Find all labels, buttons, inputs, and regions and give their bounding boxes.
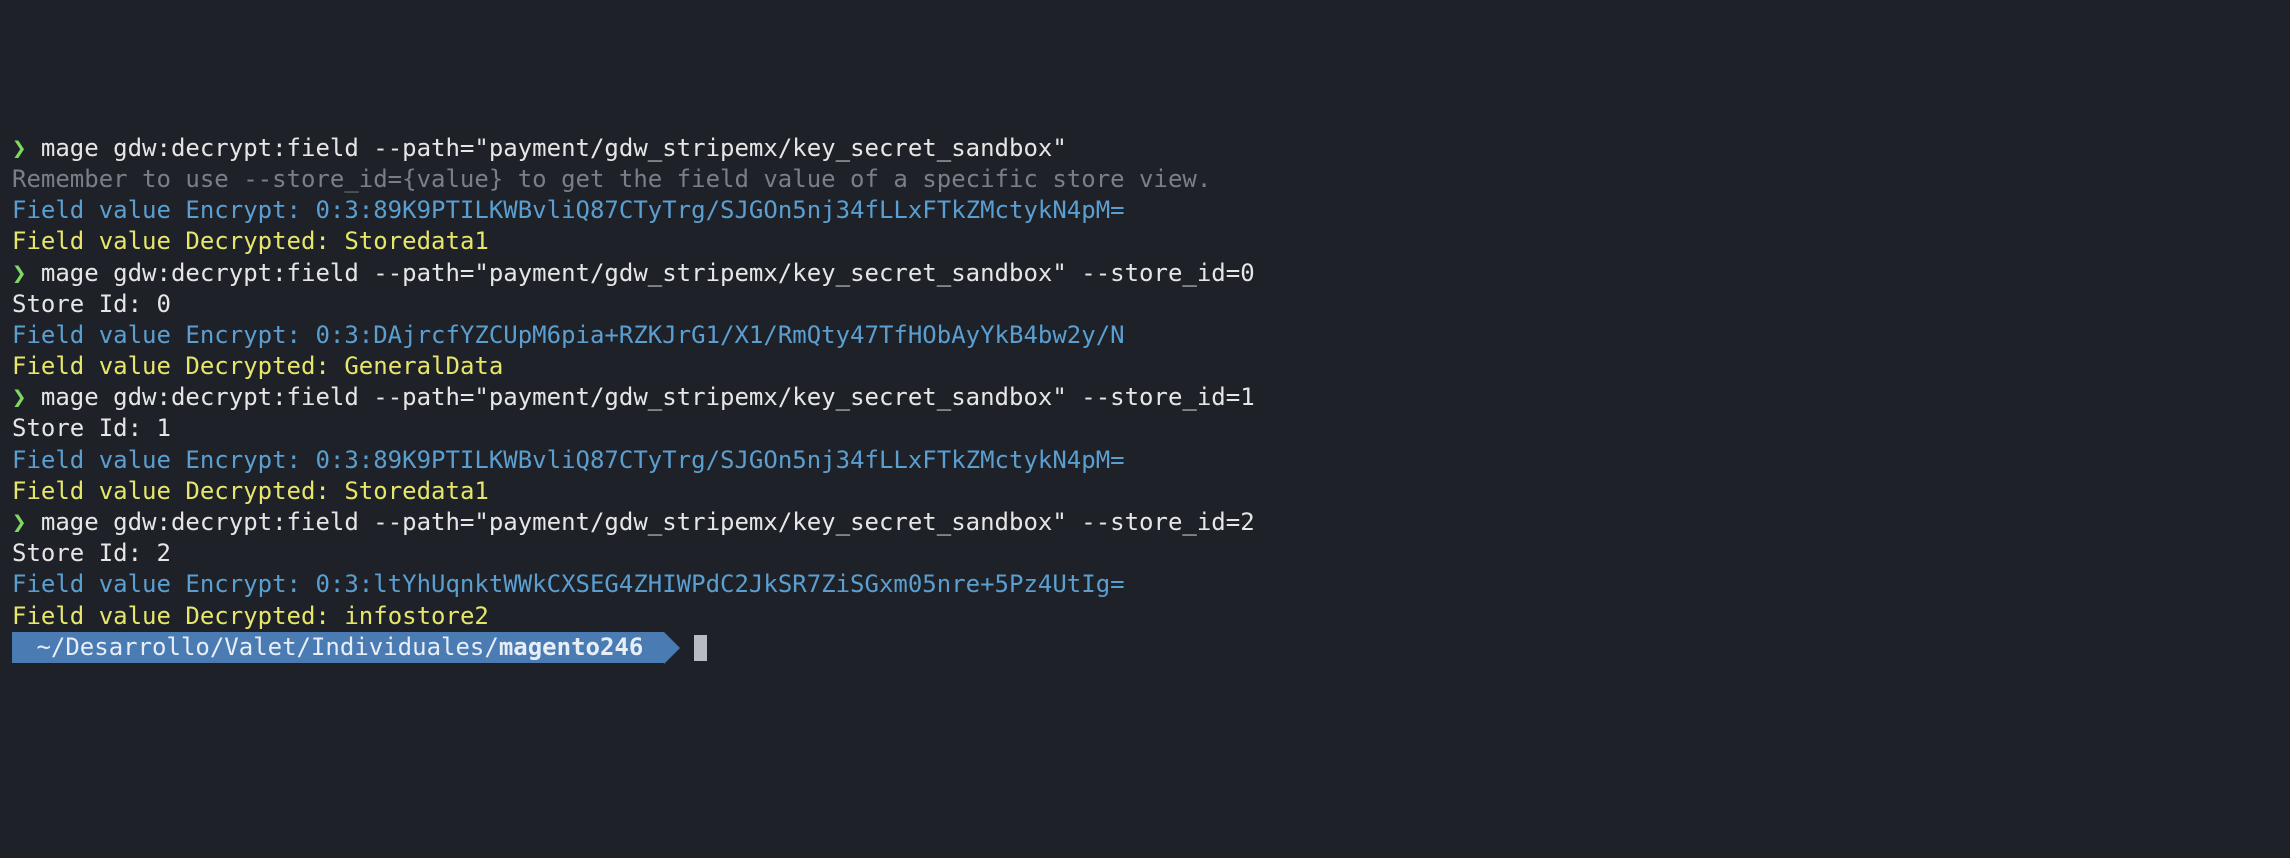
store-id-line: Store Id: 0	[12, 289, 2278, 320]
encrypt-value: 0:3:DAjrcfYZCUpM6pia+RZKJrG1/X1/RmQty47T…	[315, 321, 1124, 349]
cursor[interactable]	[694, 635, 707, 661]
command-text: mage gdw:decrypt:field --path="payment/g…	[41, 383, 1255, 411]
command-line: ❯ mage gdw:decrypt:field --path="payment…	[12, 382, 2278, 413]
decrypt-label: Field value Decrypted:	[12, 477, 344, 505]
decrypt-label: Field value Decrypted:	[12, 352, 344, 380]
cwd-path-segment: ~/Desarrollo/Valet/Individuales/magento2…	[12, 632, 664, 663]
encrypt-line: Field value Encrypt: 0:3:DAjrcfYZCUpM6pi…	[12, 320, 2278, 351]
prompt-symbol: ❯	[12, 383, 41, 411]
encrypt-line: Field value Encrypt: 0:3:ltYhUqnktWWkCXS…	[12, 569, 2278, 600]
decrypt-label: Field value Decrypted:	[12, 227, 344, 255]
decrypt-value: Storedata1	[344, 477, 489, 505]
encrypt-line: Field value Encrypt: 0:3:89K9PTILKWBvliQ…	[12, 445, 2278, 476]
cwd-prefix: ~/Desarrollo/Valet/Individuales/	[22, 633, 499, 661]
active-prompt-line[interactable]: ~/Desarrollo/Valet/Individuales/magento2…	[12, 632, 2278, 663]
terminal-output[interactable]: ❯ mage gdw:decrypt:field --path="payment…	[12, 133, 2278, 663]
encrypt-label: Field value Encrypt:	[12, 196, 315, 224]
decrypt-line: Field value Decrypted: Storedata1	[12, 476, 2278, 507]
prompt-symbol: ❯	[12, 134, 41, 162]
encrypt-value: 0:3:89K9PTILKWBvliQ87CTyTrg/SJGOn5nj34fL…	[315, 196, 1124, 224]
prompt-symbol: ❯	[12, 259, 41, 287]
decrypt-value: GeneralData	[344, 352, 503, 380]
decrypt-value: infostore2	[344, 602, 489, 630]
encrypt-label: Field value Encrypt:	[12, 570, 315, 598]
encrypt-label: Field value Encrypt:	[12, 321, 315, 349]
decrypt-value: Storedata1	[344, 227, 489, 255]
command-line: ❯ mage gdw:decrypt:field --path="payment…	[12, 258, 2278, 289]
decrypt-line: Field value Decrypted: GeneralData	[12, 351, 2278, 382]
hint-text: Remember to use --store_id={value} to ge…	[12, 164, 2278, 195]
prompt-symbol: ❯	[12, 508, 41, 536]
cwd-dir: magento246	[499, 633, 658, 661]
decrypt-label: Field value Decrypted:	[12, 602, 344, 630]
encrypt-label: Field value Encrypt:	[12, 446, 315, 474]
decrypt-line: Field value Decrypted: Storedata1	[12, 226, 2278, 257]
store-id-line: Store Id: 2	[12, 538, 2278, 569]
command-text: mage gdw:decrypt:field --path="payment/g…	[41, 134, 1067, 162]
store-id-line: Store Id: 1	[12, 413, 2278, 444]
decrypt-line: Field value Decrypted: infostore2	[12, 601, 2278, 632]
encrypt-value: 0:3:ltYhUqnktWWkCXSEG4ZHIWPdC2JkSR7ZiSGx…	[315, 570, 1124, 598]
command-text: mage gdw:decrypt:field --path="payment/g…	[41, 508, 1255, 536]
encrypt-value: 0:3:89K9PTILKWBvliQ87CTyTrg/SJGOn5nj34fL…	[315, 446, 1124, 474]
command-line: ❯ mage gdw:decrypt:field --path="payment…	[12, 133, 2278, 164]
command-text: mage gdw:decrypt:field --path="payment/g…	[41, 259, 1255, 287]
encrypt-line: Field value Encrypt: 0:3:89K9PTILKWBvliQ…	[12, 195, 2278, 226]
command-line: ❯ mage gdw:decrypt:field --path="payment…	[12, 507, 2278, 538]
